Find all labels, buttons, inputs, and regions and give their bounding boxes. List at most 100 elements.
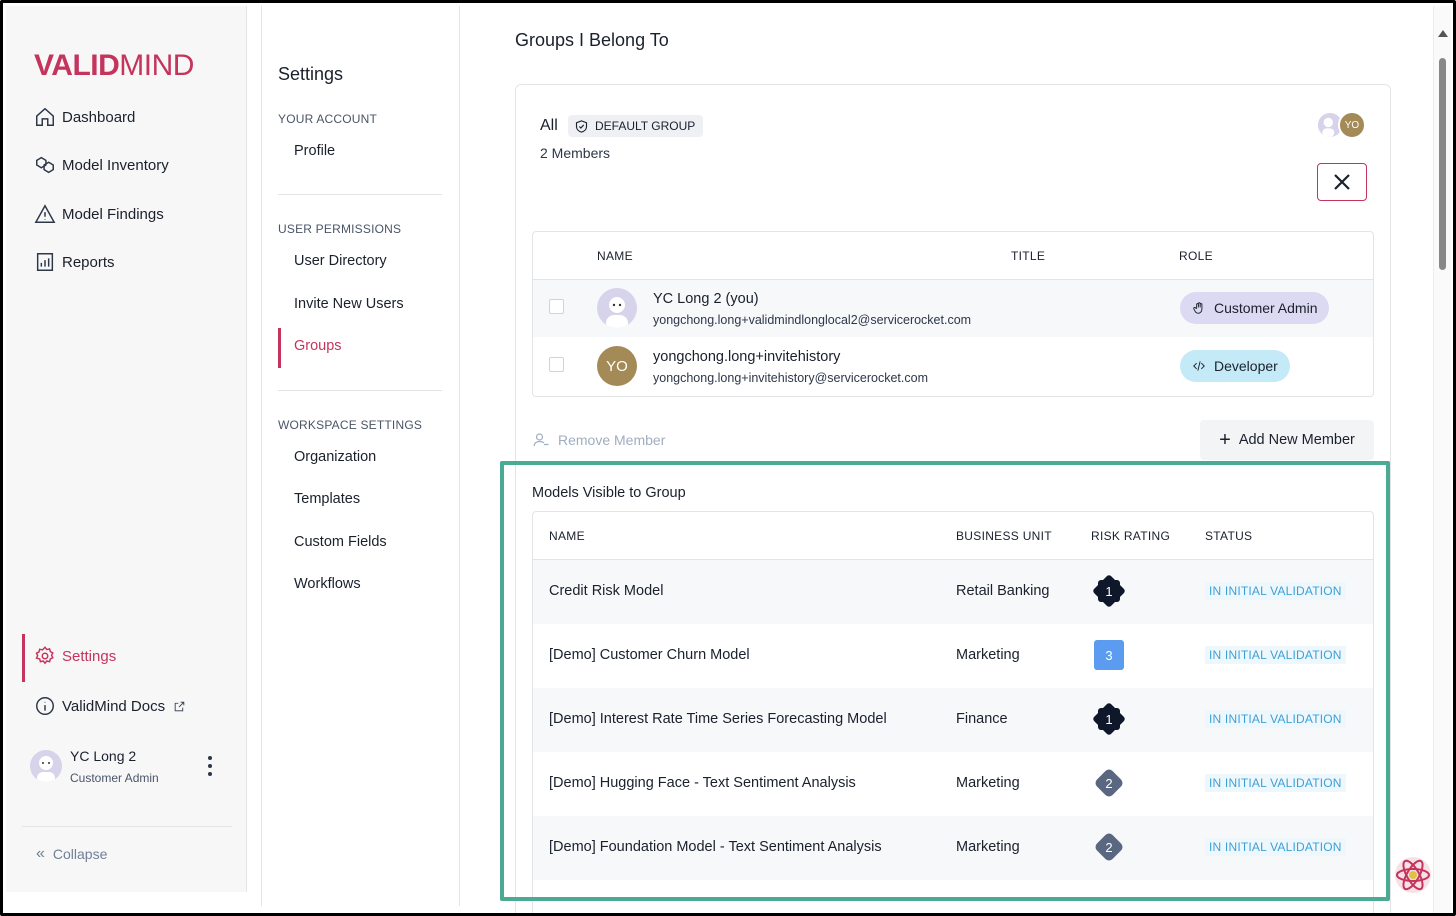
avatar: YO [1338, 111, 1366, 139]
model-name[interactable]: [Demo] Interest Rate Time Series Forecas… [549, 711, 887, 727]
button-label: Add New Member [1238, 432, 1355, 448]
sidebar: VALIDMIND Dashboard Model Inventory Mode… [6, 6, 247, 892]
scrollbar[interactable] [1433, 6, 1451, 913]
table-row[interactable]: [Demo] Interest Rate Time Series Forecas… [533, 688, 1373, 752]
avatar [597, 288, 637, 328]
member-count: 2 Members [540, 145, 611, 161]
column-header-status[interactable]: STATUS [1205, 529, 1252, 543]
table-row[interactable]: [Demo] Customer Churn Model Marketing 3 … [533, 624, 1373, 688]
chart-icon [36, 253, 54, 271]
nav-label: Model Findings [62, 205, 164, 223]
models-section-title: Models Visible to Group [532, 485, 686, 501]
nav-dashboard[interactable]: Dashboard [34, 102, 135, 132]
shield-check-icon [575, 119, 588, 133]
scroll-up-arrow-icon[interactable] [1438, 30, 1448, 37]
column-header-risk-rating[interactable]: RISK RATING [1091, 529, 1170, 543]
divider [278, 194, 442, 195]
risk-value: 2 [1105, 839, 1113, 855]
nav-model-findings[interactable]: Model Findings [34, 199, 164, 229]
double-chevron-left-icon: « [36, 845, 45, 862]
role-badge: Developer [1180, 350, 1290, 382]
nav-label: Reports [62, 253, 115, 271]
settings-item-invite-new-users[interactable]: Invite New Users [294, 293, 404, 315]
validmind-logo[interactable]: VALIDMIND [34, 50, 194, 82]
add-new-member-button[interactable]: + Add New Member [1200, 420, 1374, 460]
risk-rating-badge: 2 [1094, 832, 1124, 862]
gear-icon [35, 646, 54, 665]
app-window: VALIDMIND Dashboard Model Inventory Mode… [0, 0, 1456, 916]
page-title: Groups I Belong To [515, 30, 669, 50]
settings-item-groups[interactable]: Groups [294, 335, 342, 357]
avatar: YO [597, 346, 637, 386]
risk-rating-badge: 1 [1094, 576, 1124, 606]
nav-label: Settings [62, 647, 117, 665]
business-unit: Marketing [956, 839, 1020, 855]
risk-rating-badge: 2 [1094, 768, 1124, 798]
button-label: Remove Member [558, 432, 666, 448]
table-row[interactable]: YO yongchong.long+invitehistory yongchon… [533, 338, 1373, 395]
row-checkbox[interactable] [549, 357, 564, 372]
column-header-title[interactable]: TITLE [1011, 249, 1045, 263]
role-badge: Customer Admin [1180, 292, 1330, 324]
home-icon [36, 107, 54, 126]
member-name: YC Long 2 (you) [653, 291, 759, 307]
avatar[interactable] [30, 750, 62, 782]
column-header-name[interactable]: NAME [597, 249, 633, 263]
group-name: All [540, 117, 558, 134]
table-row[interactable]: [Demo] Hugging Face - Text Sentiment Ana… [533, 752, 1373, 816]
business-unit: Finance [956, 711, 1008, 727]
settings-item-profile[interactable]: Profile [294, 140, 335, 162]
divider [22, 826, 232, 827]
model-name[interactable]: [Demo] Hugging Face - Text Sentiment Ana… [549, 775, 856, 791]
column-header-business-unit[interactable]: BUSINESS UNIT [956, 529, 1052, 543]
member-email: yongchong.long+invitehistory@servicerock… [653, 371, 928, 385]
model-name[interactable]: [Demo] Customer Churn Model [549, 647, 750, 663]
member-email: yongchong.long+validmindlonglocal2@servi… [653, 313, 972, 327]
settings-item-templates[interactable]: Templates [294, 488, 360, 510]
settings-item-organization[interactable]: Organization [294, 446, 376, 468]
nav-validmind-docs[interactable]: ValidMind Docs [34, 691, 192, 721]
table-row[interactable]: YC Long 2 (you) yongchong.long+validmind… [533, 280, 1373, 337]
nav-reports[interactable]: Reports [34, 247, 115, 277]
table-row[interactable]: Credit Risk Model Retail Banking 1 IN IN… [533, 560, 1373, 624]
nav-settings[interactable]: Settings [34, 641, 116, 671]
section-your-account: YOUR ACCOUNT [278, 112, 378, 126]
warning-icon [34, 204, 56, 223]
settings-item-workflows[interactable]: Workflows [294, 573, 361, 595]
risk-value: 3 [1105, 647, 1113, 663]
nav-label: ValidMind Docs [62, 697, 166, 715]
table-header: NAME BUSINESS UNIT RISK RATING STATUS [533, 512, 1373, 560]
members-table: NAME TITLE ROLE YC Long 2 (you) yongchon… [532, 231, 1374, 397]
nav-model-inventory[interactable]: Model Inventory [34, 150, 169, 180]
remove-member-button[interactable]: Remove Member [532, 431, 665, 449]
hand-icon [1193, 302, 1203, 314]
row-checkbox[interactable] [549, 299, 564, 314]
close-button[interactable] [1317, 163, 1367, 201]
table-row[interactable] [533, 880, 1373, 913]
default-group-badge: DEFAULT GROUP [568, 115, 704, 137]
risk-value: 1 [1105, 583, 1113, 599]
status-badge: IN INITIAL VALIDATION [1205, 646, 1346, 664]
risk-value: 1 [1105, 711, 1113, 727]
table-row[interactable]: [Demo] Foundation Model - Text Sentiment… [533, 816, 1373, 880]
status-badge: IN INITIAL VALIDATION [1205, 710, 1346, 728]
scrollbar-thumb[interactable] [1439, 58, 1446, 270]
column-header-role[interactable]: ROLE [1179, 249, 1213, 263]
user-menu-kebab-icon[interactable] [204, 754, 216, 778]
badge-label: DEFAULT GROUP [595, 119, 696, 133]
model-name[interactable]: Credit Risk Model [549, 583, 663, 599]
business-unit: Retail Banking [956, 583, 1050, 599]
model-name[interactable]: [Demo] Foundation Model - Text Sentiment… [549, 839, 882, 855]
column-header-name[interactable]: NAME [549, 529, 585, 543]
settings-item-custom-fields[interactable]: Custom Fields [294, 531, 387, 553]
react-devtools-icon[interactable] [1393, 855, 1433, 895]
info-icon [36, 697, 54, 715]
collapse-label: Collapse [52, 846, 108, 862]
collapse-button[interactable]: « Collapse [36, 845, 107, 863]
code-icon [1193, 361, 1205, 371]
section-workspace-settings: WORKSPACE SETTINGS [278, 418, 423, 432]
settings-title: Settings [278, 64, 344, 84]
settings-nav: Settings YOUR ACCOUNT Profile USER PERMI… [261, 6, 460, 906]
user-minus-icon [533, 433, 549, 447]
settings-item-user-directory[interactable]: User Directory [294, 250, 387, 272]
